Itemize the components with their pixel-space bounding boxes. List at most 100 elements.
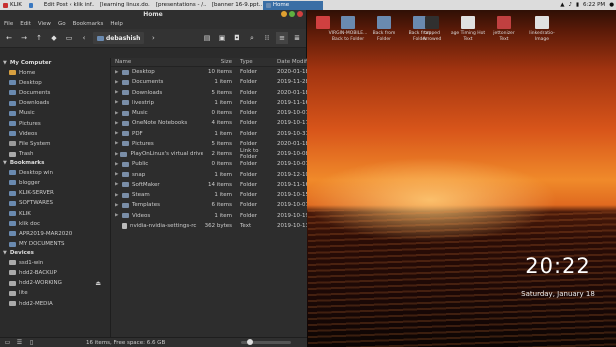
breadcrumb-left-icon[interactable]: ‹ — [78, 32, 90, 44]
list-view-icon[interactable]: ≡ — [276, 32, 288, 44]
taskbar-item[interactable] — [26, 1, 38, 10]
file-row[interactable]: ▶ snap 1 item Folder 2019-12-10 — [111, 170, 307, 180]
sidebar-item[interactable]: Videos — [0, 129, 110, 139]
expand-arrow-icon[interactable]: ▶ — [115, 80, 120, 85]
sidebar-section-header[interactable]: ▼ My Computer — [0, 59, 110, 68]
file-row[interactable]: ▶ Downloads 5 items Folder 2020-01-18 — [111, 88, 307, 98]
sidebar-item[interactable]: KLIK-SERVER — [0, 188, 110, 198]
network-icon[interactable]: ▲ — [560, 2, 564, 8]
path-button-home[interactable]: debashish — [93, 32, 145, 44]
taskbar-item[interactable]: Home — [262, 0, 323, 10]
file-row[interactable]: ▶ SoftMaker 14 items Folder 2019-11-16 — [111, 180, 307, 190]
close-button[interactable] — [297, 11, 303, 17]
sidebar-item[interactable]: klik doc — [0, 219, 110, 229]
sidebar-item[interactable]: hdd2-MEDIA — [0, 298, 110, 308]
file-row[interactable]: ▶ Music 0 items Folder 2019-10-07 — [111, 108, 307, 118]
sidebar-item[interactable]: Pictures — [0, 118, 110, 128]
sidebar-item[interactable]: Trash — [0, 149, 110, 159]
expand-arrow-icon[interactable]: ▶ — [115, 182, 120, 187]
expand-arrow-icon[interactable]: ▶ — [115, 193, 120, 198]
maximize-button[interactable] — [289, 11, 295, 17]
sidebar-item[interactable]: hdd2-BACKUP — [0, 268, 110, 278]
taskbar-item[interactable]: [presentations - /... — [151, 1, 206, 10]
file-row[interactable]: ▶ OneNote Notebooks 4 items Folder 2019-10-1… — [111, 118, 307, 128]
file-row[interactable]: ▶ Templates 6 items Folder 2019-10-07 — [111, 200, 307, 210]
desktop-icon[interactable]: linkedratio- Image — [520, 16, 564, 43]
menu-go[interactable]: Go — [58, 21, 66, 27]
sidebar-item[interactable]: File System — [0, 139, 110, 149]
expand-arrow-icon[interactable]: ▶ — [115, 131, 120, 136]
expand-arrow-icon[interactable]: ▼ — [3, 160, 7, 166]
volume-icon[interactable]: ♪ — [568, 2, 572, 8]
expand-arrow-icon[interactable]: ▶ — [115, 172, 120, 177]
open-terminal-icon[interactable]: ▤ — [201, 32, 213, 44]
file-row[interactable]: ▶ PlayOnLinux's virtual drives 2 items Link… — [111, 148, 307, 160]
taskbar-item[interactable]: [learning linux.do... — [95, 1, 150, 10]
menu-view[interactable]: View — [38, 21, 51, 27]
back-arrow-icon[interactable]: ← — [3, 32, 15, 44]
expand-arrow-icon[interactable]: ▶ — [115, 203, 120, 208]
expand-arrow-icon[interactable]: ▶ — [115, 90, 120, 95]
file-row[interactable]: ▶ Public 0 items Folder 2019-10-07 — [111, 159, 307, 169]
lock-icon[interactable]: ◘ — [231, 32, 243, 44]
sidebar-item[interactable]: Desktop — [0, 78, 110, 88]
taskbar-clock[interactable]: 6:22 PM — [583, 2, 605, 8]
file-row[interactable]: ▶ livestrip 1 item Folder 2019-11-16 — [111, 98, 307, 108]
sidebar-item[interactable]: KLIK — [0, 208, 110, 218]
notification-icon[interactable]: ● — [609, 2, 614, 8]
menu-file[interactable]: File — [4, 21, 13, 27]
zoom-slider-handle[interactable] — [247, 339, 253, 345]
file-row[interactable]: ▶ Steam 1 item Folder 2019-10-15 — [111, 190, 307, 200]
sidebar-item[interactable]: SOFTWARES — [0, 198, 110, 208]
expand-arrow-icon[interactable]: ▶ — [115, 111, 120, 116]
sidebar-item[interactable]: Documents — [0, 88, 110, 98]
taskbar-item[interactable]: [banner 16-9.ppt... — [207, 1, 262, 10]
file-row[interactable]: ▶ Documents 1 item Folder 2019-11-28 — [111, 77, 307, 87]
search-icon[interactable]: ⌕ — [246, 32, 258, 44]
menu-bookmarks[interactable]: Bookmarks — [73, 21, 104, 27]
eject-icon[interactable]: ⏏ — [95, 280, 101, 287]
sidebar-item[interactable]: Music — [0, 108, 110, 118]
menu-help[interactable]: Help — [110, 21, 123, 27]
sidebar-item[interactable]: Downloads — [0, 98, 110, 108]
computer-icon[interactable]: ▭ — [63, 32, 75, 44]
file-row[interactable]: ▶ Pictures 5 items Folder 2020-01-18 — [111, 139, 307, 149]
expand-arrow-icon[interactable]: ▶ — [115, 152, 118, 157]
expand-arrow-icon[interactable]: ▼ — [3, 60, 7, 66]
expand-arrow-icon[interactable]: ▶ — [115, 213, 120, 218]
breadcrumb-right-icon[interactable]: › — [147, 32, 159, 44]
menu-edit[interactable]: Edit — [20, 21, 31, 27]
sidebar-section-header[interactable]: ▼ Bookmarks — [0, 159, 110, 168]
sidebar-item[interactable]: lite — [0, 288, 110, 298]
sidebar-item[interactable]: Desktop win — [0, 168, 110, 178]
expand-arrow-icon[interactable]: ▼ — [3, 250, 7, 256]
file-row[interactable]: ▶ Desktop 10 items Folder 2020-01-18 — [111, 67, 307, 77]
minimize-button[interactable] — [281, 11, 287, 17]
column-header-size[interactable]: Size — [203, 59, 234, 65]
sidebar-item[interactable]: MY DOCUMENTS — [0, 239, 110, 249]
sidebar-item[interactable]: APR2019-MAR2020 — [0, 229, 110, 239]
compact-view-icon[interactable]: ≣ — [291, 32, 303, 44]
sidebar-item[interactable]: Home — [0, 68, 110, 78]
forward-arrow-icon[interactable]: → — [18, 32, 30, 44]
column-header-name[interactable]: Name — [111, 59, 203, 65]
hide-sidebar-icon[interactable]: ▯ — [27, 339, 36, 347]
column-header-date[interactable]: Date Modifi — [274, 59, 307, 65]
sidebar-item[interactable]: hdd2-WORKING ⏏ — [0, 278, 110, 288]
expand-arrow-icon[interactable]: ▶ — [115, 121, 120, 126]
expand-arrow-icon[interactable]: ▶ — [115, 141, 120, 146]
expand-arrow-icon[interactable]: ▶ — [115, 100, 120, 105]
new-folder-icon[interactable]: ▣ — [216, 32, 228, 44]
icon-view-icon[interactable]: ⁞⁞ — [261, 32, 273, 44]
column-header-type[interactable]: Type — [234, 59, 274, 65]
up-arrow-icon[interactable]: ↑ — [33, 32, 45, 44]
zoom-slider[interactable] — [241, 339, 291, 345]
sidebar-section-header[interactable]: ▼ Devices — [0, 249, 110, 258]
expand-arrow-icon[interactable]: ▶ — [115, 162, 120, 167]
start-menu-button[interactable]: KLIK — [0, 1, 25, 10]
expand-arrow-icon[interactable]: ▶ — [115, 70, 120, 75]
sidebar-item[interactable]: ssd1-win — [0, 258, 110, 268]
sidebar-item[interactable]: blogger — [0, 178, 110, 188]
file-row[interactable]: ▶ Videos 1 item Folder 2019-10-19 — [111, 211, 307, 221]
location-toggle-icon[interactable]: ◆ — [48, 32, 60, 44]
